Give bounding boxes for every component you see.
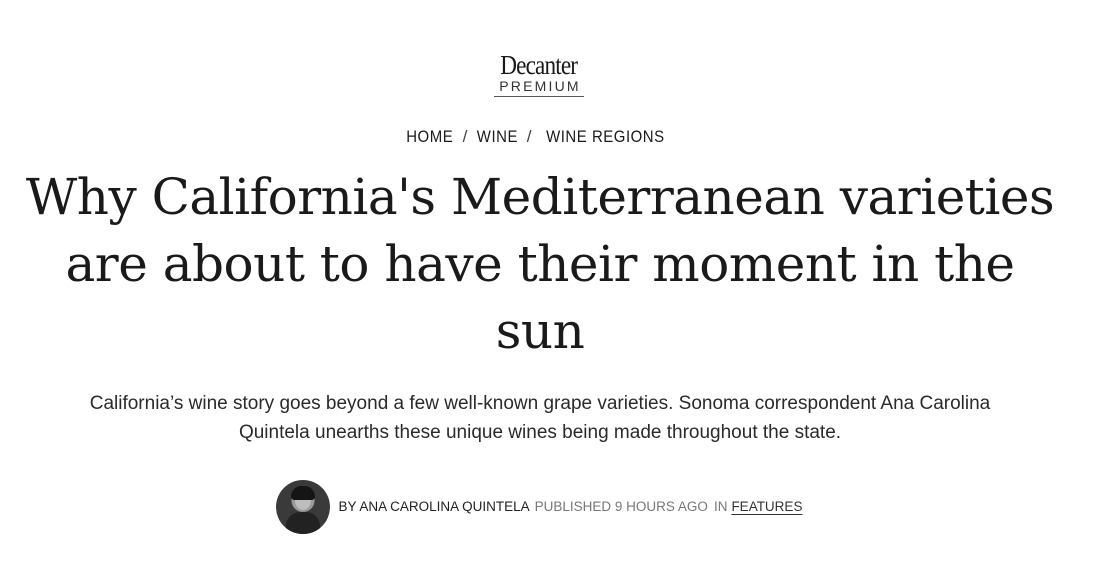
breadcrumb-home[interactable]: HOME <box>406 126 453 148</box>
byline-category-link[interactable]: FEATURES <box>731 480 802 534</box>
article-byline: BY ANA CAROLINA QUINTELA PUBLISHED 9 HOU… <box>0 480 1078 534</box>
breadcrumb-separator: / <box>526 127 533 146</box>
author-avatar[interactable] <box>275 480 330 534</box>
breadcrumb-separator: / <box>462 127 468 146</box>
article-headline: Why California's Mediterranean varieties… <box>25 168 1055 360</box>
breadcrumb-wine-regions[interactable]: WINE REGIONS <box>546 126 665 148</box>
breadcrumb-wine[interactable]: WINE <box>477 126 518 148</box>
byline-published: PUBLISHED 9 HOURS AGO <box>534 499 708 514</box>
byline-author[interactable]: BY ANA CAROLINA QUINTELA <box>339 480 530 534</box>
article-standfirst: California’s wine story goes beyond a fe… <box>89 393 991 443</box>
logo-wordmark: Decanter <box>500 50 579 80</box>
byline-in-label: IN <box>713 499 728 514</box>
breadcrumb: HOME / WINE / WINE REGIONS <box>0 126 1076 148</box>
site-logo[interactable]: Decanter PREMIUM <box>0 52 1078 97</box>
logo-tagline: PREMIUM <box>494 79 584 97</box>
